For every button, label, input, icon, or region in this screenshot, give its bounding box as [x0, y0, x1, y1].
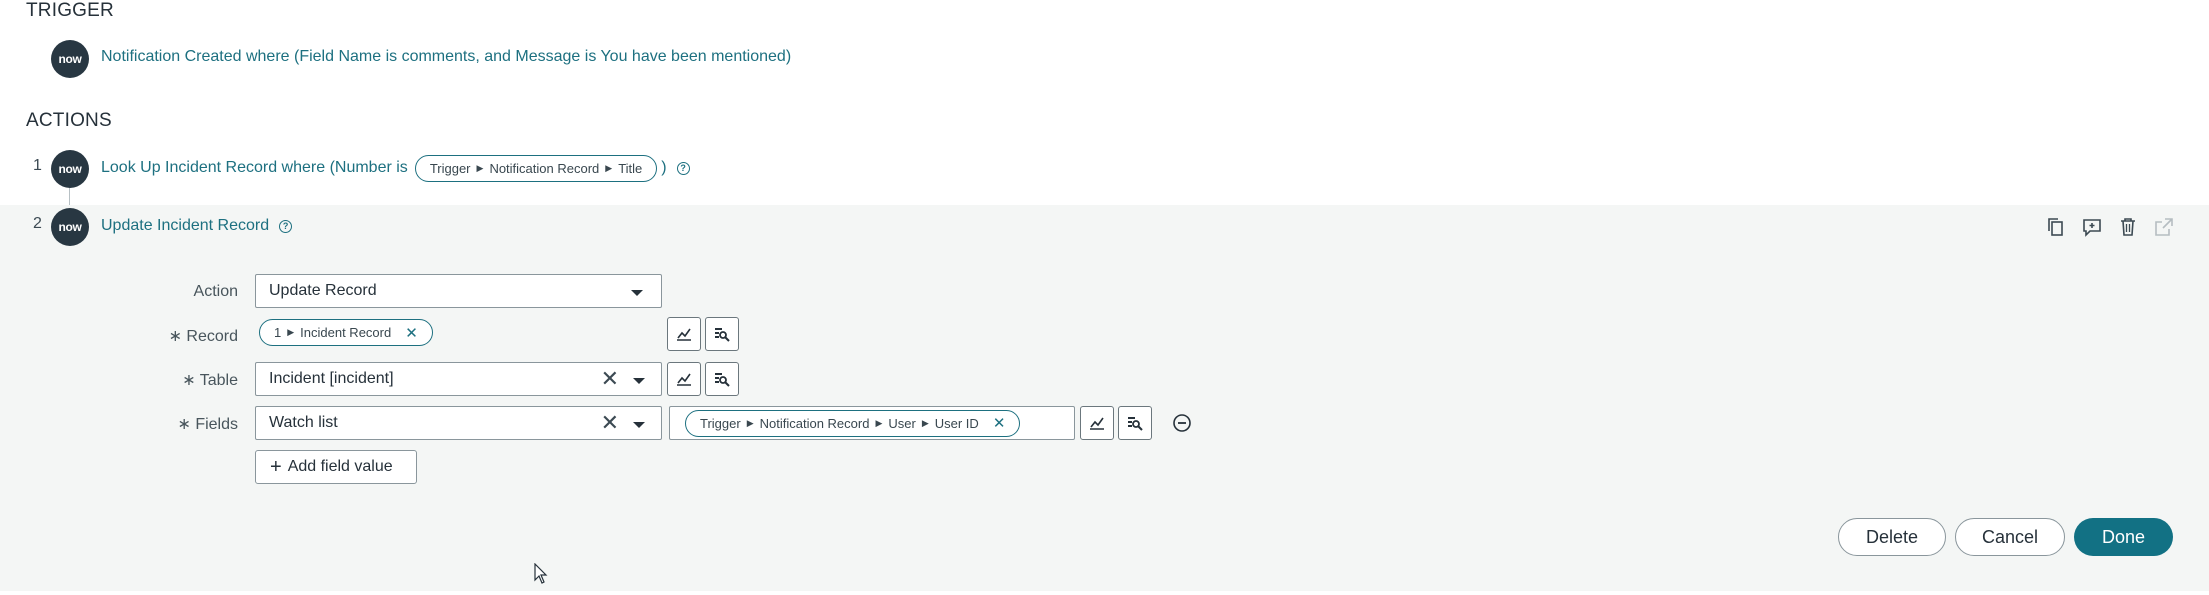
pill-segment: Title [618, 160, 643, 176]
step-1-description[interactable]: Look Up Incident Record where (Number is [101, 159, 408, 177]
pill-segment: Incident Record [300, 325, 392, 340]
fields-label-text: Fields [195, 416, 238, 433]
record-pill-container[interactable]: 1 ▶ Incident Record ✕ [259, 319, 433, 346]
reference-tree-icon [715, 373, 730, 387]
plus-icon: + [270, 456, 282, 478]
table-reference-tree-button[interactable] [705, 362, 739, 396]
required-mark: ∗ [177, 416, 191, 433]
step-2-number: 2 [33, 215, 42, 232]
trash-icon[interactable] [2117, 216, 2139, 238]
chevron-down-icon[interactable] [633, 422, 645, 428]
add-comment-icon[interactable] [2081, 216, 2103, 238]
actions-heading: ACTIONS [26, 110, 112, 131]
fields-select[interactable]: Watch list ✕ [255, 406, 662, 440]
close-icon[interactable]: ✕ [993, 414, 1006, 432]
step-1-data-pill[interactable]: Trigger ▶ Notification Record ▶ Title [414, 154, 658, 182]
fields-value-input[interactable]: Trigger ▶ Notification Record ▶ User ▶ U… [669, 406, 1075, 440]
mouse-cursor-icon [534, 563, 548, 584]
table-data-pill-picker-button[interactable] [667, 362, 701, 396]
record-reference-tree-button[interactable] [705, 317, 739, 351]
data-pill-picker-icon [677, 373, 691, 386]
fields-label: ∗ Fields [118, 414, 238, 434]
record-label: ∗ Record [118, 326, 238, 346]
fields-reference-tree-button[interactable] [1118, 406, 1152, 440]
pill-segment: Trigger [429, 160, 471, 176]
pill-segment: Notification Record [759, 415, 870, 431]
servicenow-logo-icon: now [51, 40, 89, 78]
servicenow-logo-icon: now [51, 150, 89, 188]
pill-arrow-icon: ▶ [605, 162, 613, 173]
delete-button[interactable]: Delete [1838, 518, 1946, 556]
record-data-pill-picker-button[interactable] [667, 317, 701, 351]
chevron-down-icon[interactable] [633, 378, 645, 384]
step-1-row[interactable]: Look Up Incident Record where (Number is… [101, 153, 690, 183]
table-select-value: Incident [incident] [269, 370, 394, 387]
trigger-description[interactable]: Notification Created where (Field Name i… [101, 48, 791, 66]
help-icon[interactable]: ? [676, 161, 690, 175]
fields-data-pill[interactable]: Trigger ▶ Notification Record ▶ User ▶ U… [685, 409, 1021, 437]
close-icon[interactable]: ✕ [601, 412, 619, 434]
cancel-button[interactable]: Cancel [1955, 518, 2065, 556]
fields-data-pill-picker-button[interactable] [1080, 406, 1114, 440]
pill-segment: User ID [934, 415, 979, 431]
close-icon[interactable]: ✕ [601, 368, 619, 390]
close-icon[interactable]: ✕ [405, 324, 418, 342]
chevron-down-icon [631, 290, 643, 296]
step-1-close-paren: ) [661, 159, 667, 176]
pill-segment: 1 [274, 325, 282, 340]
table-select[interactable]: Incident [incident] ✕ [255, 362, 662, 396]
copy-icon[interactable] [2045, 216, 2067, 238]
table-label: ∗ Table [118, 370, 238, 390]
reference-tree-icon [715, 328, 730, 342]
pill-arrow-icon: ▶ [476, 162, 484, 173]
reference-tree-icon [1128, 417, 1143, 431]
help-icon[interactable]: ? [279, 219, 293, 233]
pill-segment: User [888, 415, 916, 431]
record-label-text: Record [186, 328, 238, 345]
trigger-heading: TRIGGER [26, 0, 114, 21]
pill-segment: Trigger [700, 415, 741, 431]
remove-circle-icon[interactable] [1172, 413, 1192, 433]
step-2-title[interactable]: Update Incident Record [101, 217, 269, 235]
required-mark: ∗ [168, 328, 182, 345]
action-select[interactable]: Update Record [255, 274, 662, 308]
add-field-value-button[interactable]: + Add field value [255, 450, 417, 484]
open-external-icon[interactable] [2153, 216, 2175, 238]
pill-arrow-icon: ▶ [287, 327, 295, 337]
data-pill-picker-icon [677, 328, 691, 341]
required-mark: ∗ [182, 372, 196, 389]
action-select-value: Update Record [269, 282, 377, 299]
record-data-pill[interactable]: 1 ▶ Incident Record ✕ [259, 319, 433, 346]
step-2-title-row[interactable]: Update Incident Record ? [101, 214, 293, 238]
add-field-value-label: Add field value [287, 458, 393, 475]
done-button[interactable]: Done [2074, 518, 2173, 556]
fields-select-value: Watch list [269, 414, 338, 431]
servicenow-logo-icon: now [51, 208, 89, 246]
data-pill-picker-icon [1090, 417, 1104, 430]
pill-segment: Notification Record [489, 160, 600, 176]
pill-arrow-icon: ▶ [746, 417, 754, 428]
table-label-text: Table [199, 372, 238, 389]
action-label: Action [193, 283, 238, 300]
pill-arrow-icon: ▶ [875, 417, 883, 428]
step-1-number: 1 [33, 157, 42, 174]
pill-arrow-icon: ▶ [921, 417, 929, 428]
